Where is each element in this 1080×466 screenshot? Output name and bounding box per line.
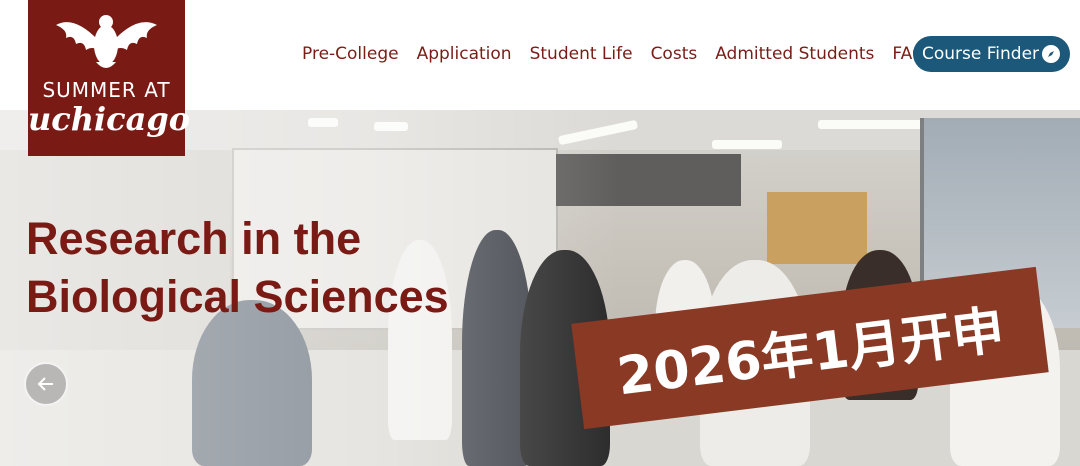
ceiling-light [818,120,936,129]
hero-title: Research in the Biological Sciences [26,210,546,326]
nav-item-costs[interactable]: Costs [651,44,698,64]
hero-title-line-2: Biological Sciences [26,271,449,322]
logo-bottom-text: uchicago [28,100,191,138]
main-nav: Pre-College Application Student Life Cos… [302,36,933,72]
phoenix-icon [56,15,157,68]
logo-top-text: SUMMER AT [42,78,171,102]
arrow-left-icon [37,377,53,391]
site-logo[interactable]: SUMMER AT uchicago [28,0,191,156]
nav-item-admitted-students[interactable]: Admitted Students [715,44,874,64]
course-finder-button[interactable]: Course Finder [913,36,1070,72]
hero-title-line-1: Research in the [26,213,362,264]
course-finder-label: Course Finder [922,44,1040,64]
carousel-prev-button[interactable] [24,362,68,406]
hero-banner: Research in the Biological Sciences 2026… [0,110,1080,466]
hero-photo-wood-cabinet [767,192,867,264]
compass-icon [1042,45,1060,63]
nav-item-application[interactable]: Application [417,44,512,64]
ceiling-light [712,140,782,149]
nav-item-student-life[interactable]: Student Life [530,44,633,64]
nav-item-pre-college[interactable]: Pre-College [302,44,399,64]
